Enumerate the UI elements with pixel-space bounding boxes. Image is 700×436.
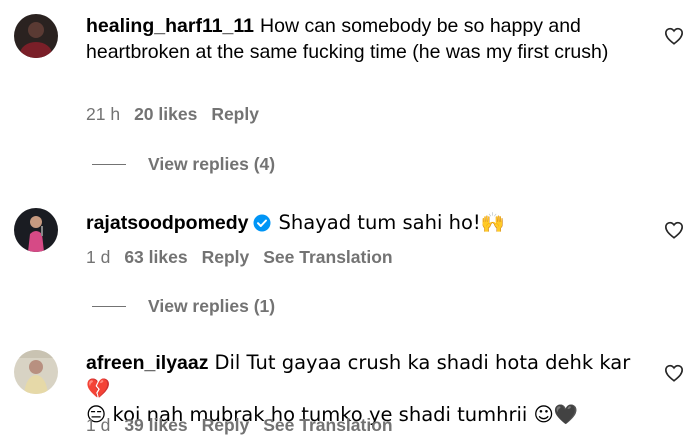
comment-meta: 1 d 63 likes Reply See Translation (86, 247, 407, 268)
comment-username[interactable]: afreen_ilyaaz (86, 352, 209, 374)
verified-badge-icon (253, 214, 271, 232)
comment-text: rajatsoodpomedy Shayad tum sahi ho!🙌 (86, 210, 656, 236)
view-replies-label: View replies (4) (148, 154, 276, 174)
avatar[interactable] (14, 208, 58, 252)
comment-likes[interactable]: 39 likes (124, 415, 187, 435)
comment-item: healing_harf11_11 How can somebody be so … (0, 0, 700, 140)
comment-body: Shayad tum sahi ho!🙌 (278, 211, 505, 234)
comment-username[interactable]: rajatsoodpomedy (86, 212, 249, 234)
see-translation-button[interactable]: See Translation (263, 247, 392, 267)
comment-time: 21 h (86, 104, 121, 124)
comment-text: healing_harf11_11 How can somebody be so … (86, 13, 656, 65)
comment-likes[interactable]: 20 likes (134, 104, 197, 124)
comment-meta: 1 d 39 likes Reply See Translation (86, 415, 407, 436)
comment-time: 1 d (86, 415, 111, 435)
view-replies-button[interactable]: View replies (4) (92, 154, 275, 175)
divider-line (92, 164, 126, 165)
reply-button[interactable]: Reply (202, 415, 250, 435)
comment-item: rajatsoodpomedy Shayad tum sahi ho!🙌 1 d 6… (0, 200, 700, 280)
reply-button[interactable]: Reply (211, 104, 259, 124)
view-replies-label: View replies (1) (148, 296, 276, 316)
avatar[interactable] (14, 14, 58, 58)
comment-meta: 21 h 20 likes Reply (86, 104, 273, 125)
heart-outline-icon[interactable] (664, 364, 684, 382)
divider-line (92, 306, 126, 307)
view-replies-button[interactable]: View replies (1) (92, 296, 275, 317)
reply-button[interactable]: Reply (202, 247, 250, 267)
heart-outline-icon[interactable] (664, 221, 684, 239)
avatar[interactable] (14, 350, 58, 394)
comment-time: 1 d (86, 247, 111, 267)
see-translation-button[interactable]: See Translation (263, 415, 392, 435)
comment-username[interactable]: healing_harf11_11 (86, 15, 254, 37)
comment-item: afreen_ilyaaz Dil Tut gayaa crush ka shad… (0, 340, 700, 435)
comment-likes[interactable]: 63 likes (124, 247, 187, 267)
heart-outline-icon[interactable] (664, 27, 684, 45)
